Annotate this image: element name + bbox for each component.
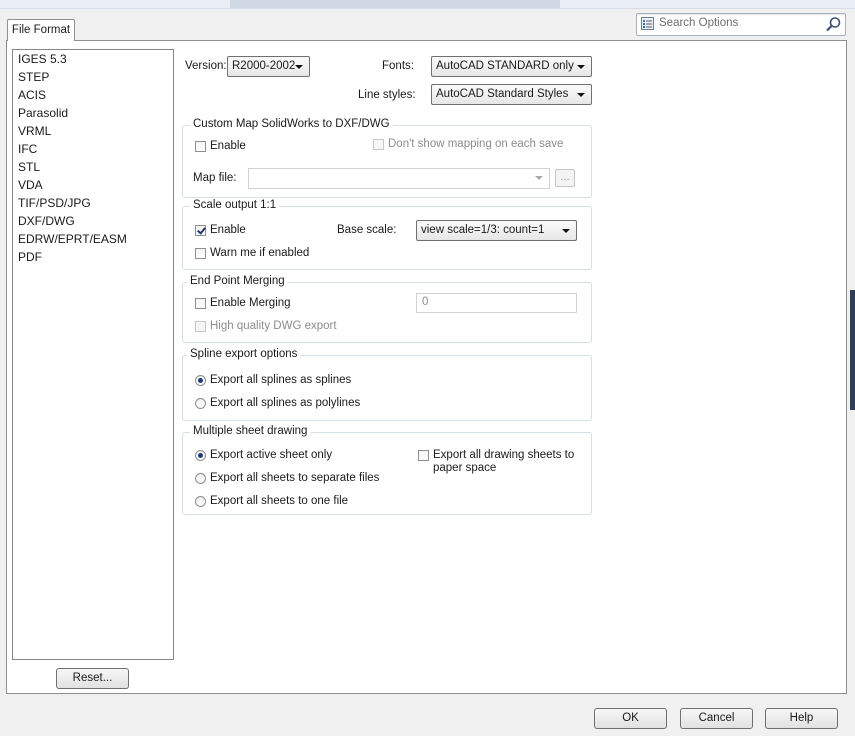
splines-as-polylines-radio[interactable] bbox=[195, 398, 206, 409]
version-label: Version: bbox=[185, 60, 227, 72]
enable-merging-checkbox[interactable] bbox=[195, 298, 206, 309]
custom-map-enable-label: Enable bbox=[210, 140, 246, 152]
format-list-item[interactable]: Parasolid bbox=[18, 106, 68, 120]
custom-map-title: Custom Map SolidWorks to DXF/DWG bbox=[190, 118, 393, 130]
format-list-item[interactable]: IGES 5.3 bbox=[18, 52, 67, 66]
chevron-down-icon bbox=[577, 65, 585, 69]
enable-merging-label: Enable Merging bbox=[210, 297, 291, 309]
base-scale-dropdown[interactable]: view scale=1/3: count=1 bbox=[416, 220, 577, 241]
map-file-label: Map file: bbox=[193, 172, 237, 184]
scale-enable-checkbox[interactable] bbox=[195, 225, 206, 236]
warn-if-enabled-label: Warn me if enabled bbox=[210, 247, 310, 259]
paper-space-label-line2: paper space bbox=[433, 462, 497, 474]
options-list-icon bbox=[641, 17, 654, 30]
chevron-down-icon bbox=[535, 176, 543, 180]
splines-as-splines-label: Export all splines as splines bbox=[210, 374, 352, 386]
chevron-down-icon bbox=[562, 229, 570, 233]
base-scale-value: view scale=1/3: count=1 bbox=[421, 224, 545, 236]
fonts-value: AutoCAD STANDARD only bbox=[436, 60, 574, 72]
format-list-item[interactable]: IFC bbox=[18, 142, 37, 156]
end-point-merging-title: End Point Merging bbox=[187, 275, 288, 287]
map-file-combo[interactable] bbox=[248, 168, 550, 189]
high-quality-dwg-label: High quality DWG export bbox=[210, 320, 337, 332]
line-styles-label: Line styles: bbox=[358, 89, 416, 101]
format-list-item[interactable]: TIF/PSD/JPG bbox=[18, 196, 91, 210]
dont-show-mapping-checkbox[interactable] bbox=[373, 139, 384, 150]
paper-space-checkbox[interactable] bbox=[418, 450, 429, 461]
format-list-item[interactable]: PDF bbox=[18, 250, 42, 264]
splines-as-polylines-label: Export all splines as polylines bbox=[210, 397, 361, 409]
warn-if-enabled-checkbox[interactable] bbox=[195, 248, 206, 259]
format-list-item[interactable]: VRML bbox=[18, 124, 51, 138]
file-format-list[interactable]: IGES 5.3 STEP ACIS Parasolid VRML IFC STL VDA TI… bbox=[12, 49, 174, 660]
export-one-file-label: Export all sheets to one file bbox=[210, 495, 349, 507]
export-active-sheet-radio[interactable] bbox=[195, 450, 206, 461]
scale-output-title: Scale output 1:1 bbox=[190, 199, 280, 211]
ok-button[interactable]: OK bbox=[594, 708, 667, 729]
reset-button[interactable]: Reset... bbox=[56, 668, 129, 689]
chevron-down-icon bbox=[295, 65, 303, 69]
splines-as-splines-radio[interactable] bbox=[195, 375, 206, 386]
version-value: R2000-2002 bbox=[232, 60, 296, 72]
dont-show-mapping-label: Don't show mapping on each save bbox=[388, 138, 564, 150]
cancel-button[interactable]: Cancel bbox=[680, 708, 753, 729]
chevron-down-icon bbox=[577, 93, 585, 97]
export-separate-files-label: Export all sheets to separate files bbox=[210, 472, 380, 484]
title-bar-remnant bbox=[0, 0, 855, 9]
background-window-edge bbox=[850, 290, 855, 410]
format-list-item[interactable]: ACIS bbox=[18, 88, 46, 102]
format-list-item[interactable]: DXF/DWG bbox=[18, 214, 75, 228]
base-scale-label: Base scale: bbox=[337, 224, 397, 236]
version-dropdown[interactable]: R2000-2002 bbox=[227, 56, 310, 77]
scale-enable-label: Enable bbox=[210, 224, 246, 236]
export-active-sheet-label: Export active sheet only bbox=[210, 449, 333, 461]
format-list-item[interactable]: VDA bbox=[18, 178, 43, 192]
line-styles-value: AutoCAD Standard Styles bbox=[436, 88, 569, 100]
tab-file-format[interactable]: File Format bbox=[7, 19, 75, 41]
fonts-label: Fonts: bbox=[382, 60, 414, 72]
fonts-dropdown[interactable]: AutoCAD STANDARD only bbox=[431, 56, 592, 77]
browse-map-file-button[interactable]: ... bbox=[555, 169, 575, 187]
spline-export-title: Spline export options bbox=[187, 348, 301, 360]
help-button[interactable]: Help bbox=[765, 708, 838, 729]
merge-tolerance-input[interactable]: 0 bbox=[416, 293, 577, 313]
format-list-item[interactable]: STL bbox=[18, 160, 40, 174]
spline-export-group bbox=[182, 355, 592, 421]
custom-map-enable-checkbox[interactable] bbox=[195, 141, 206, 152]
paper-space-label-line1: Export all drawing sheets to bbox=[433, 449, 575, 461]
line-styles-dropdown[interactable]: AutoCAD Standard Styles bbox=[431, 84, 592, 105]
search-icon[interactable] bbox=[825, 16, 842, 33]
format-list-item[interactable]: EDRW/EPRT/EASM bbox=[18, 232, 127, 246]
high-quality-dwg-checkbox[interactable] bbox=[195, 321, 206, 332]
multiple-sheet-title: Multiple sheet drawing bbox=[190, 425, 311, 437]
search-options-box[interactable]: Search Options bbox=[636, 13, 846, 36]
merge-tolerance-value: 0 bbox=[422, 296, 429, 308]
format-list-item[interactable]: STEP bbox=[18, 70, 49, 84]
export-separate-files-radio[interactable] bbox=[195, 473, 206, 484]
export-one-file-radio[interactable] bbox=[195, 496, 206, 507]
search-placeholder: Search Options bbox=[659, 17, 739, 29]
